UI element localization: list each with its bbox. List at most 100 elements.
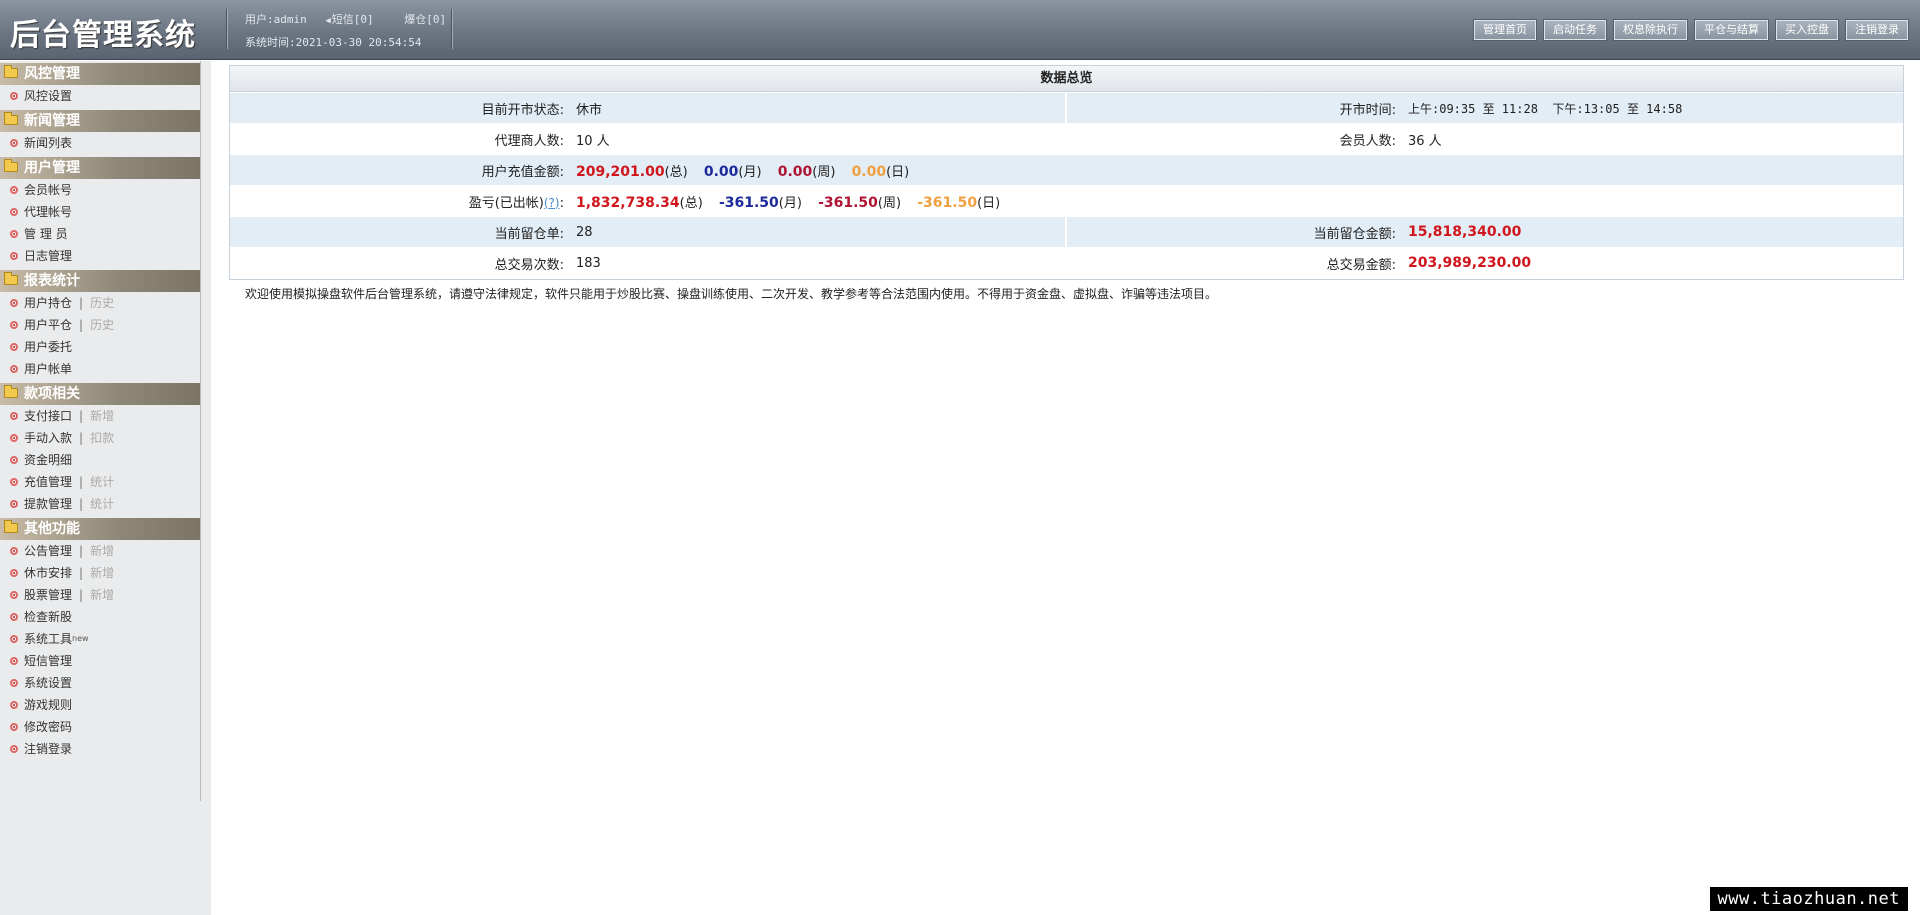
sidebar-group-title: 款项相关 <box>24 386 80 402</box>
sidebar-item-link[interactable]: 短信管理 <box>24 650 72 672</box>
sidebar-item: 注销登录 <box>0 738 200 760</box>
sidebar-item-link[interactable]: 游戏规则 <box>24 694 72 716</box>
bullet-icon <box>10 412 18 420</box>
overview-table: 目前开市状态: 休市 开市时间: 上午:09:35 至 11:28 下午:13:… <box>230 92 1903 279</box>
sidebar-item: 支付接口 | 新增 <box>0 405 200 427</box>
sidebar-item: 系统工具 new <box>0 628 200 650</box>
bullet-icon <box>10 613 18 621</box>
sidebar-item: 游戏规则 <box>0 694 200 716</box>
sidebar-item-link[interactable]: 修改密码 <box>24 716 72 738</box>
sidebar-sub-link[interactable]: 历史 <box>90 314 114 336</box>
folder-icon <box>4 159 18 172</box>
sidebar-item: 股票管理 | 新增 <box>0 584 200 606</box>
sidebar-group-header[interactable]: 报表统计 <box>0 270 200 292</box>
sidebar-item-link[interactable]: 会员帐号 <box>24 179 72 201</box>
unit-day: (日) <box>886 164 910 180</box>
sidebar-item-link[interactable]: 公告管理 <box>24 540 72 562</box>
sms-count: 短信[0] <box>331 13 374 26</box>
sidebar-item: 休市安排 | 新增 <box>0 562 200 584</box>
table-row: 总交易次数: 183 总交易金额: 203,989,230.00 <box>230 247 1903 279</box>
sidebar-group-title: 新闻管理 <box>24 113 80 129</box>
open-time-value: 上午:09:35 至 11:28 下午:13:05 至 14:58 <box>1402 92 1903 124</box>
sidebar-item-link[interactable]: 用户持仓 <box>24 292 72 314</box>
sidebar-item-link[interactable]: 新闻列表 <box>24 132 72 154</box>
agents-value: 10 人 <box>570 123 1066 155</box>
sidebar-sub-link[interactable]: 新增 <box>90 562 114 584</box>
logout-button[interactable]: 注销登录 <box>1846 20 1908 40</box>
bullet-icon <box>10 252 18 260</box>
admin-home-button[interactable]: 管理首页 <box>1474 20 1536 40</box>
sidebar-group-header[interactable]: 风控管理 <box>0 63 200 85</box>
sidebar-group-header[interactable]: 其他功能 <box>0 518 200 540</box>
bullet-icon <box>10 92 18 100</box>
header-info: 用户:admin ◀短信[0] 爆仓[0] 系统时间:2021-03-30 20… <box>245 9 458 54</box>
sidebar-item: 手动入款 | 扣款 <box>0 427 200 449</box>
market-status-label: 目前开市状态: <box>230 92 570 124</box>
sidebar-item-link[interactable]: 股票管理 <box>24 584 72 606</box>
recharge-week: 0.00 <box>777 163 813 180</box>
sidebar-item: 检查新股 <box>0 606 200 628</box>
bullet-icon <box>10 635 18 643</box>
sidebar-group-header[interactable]: 款项相关 <box>0 383 200 405</box>
system-time: 系统时间:2021-03-30 20:54:54 <box>245 36 422 49</box>
pnl-help-link[interactable]: (?) <box>544 196 560 210</box>
market-status-value: 休市 <box>570 92 1066 124</box>
sidebar-item-link[interactable]: 检查新股 <box>24 606 72 628</box>
recharge-month: 0.00 <box>703 163 739 180</box>
sidebar-item-link[interactable]: 系统设置 <box>24 672 72 694</box>
bullet-icon <box>10 456 18 464</box>
sidebar-group-title: 风控管理 <box>24 66 80 82</box>
sidebar-item: 代理帐号 <box>0 201 200 223</box>
members-label: 会员人数: <box>1065 123 1402 155</box>
bullet-icon <box>10 547 18 555</box>
sidebar-sub-link[interactable]: 统计 <box>90 471 114 493</box>
sidebar-item-link[interactable]: 代理帐号 <box>24 201 72 223</box>
sidebar-item-link[interactable]: 用户委托 <box>24 336 72 358</box>
sidebar-item-link[interactable]: 提款管理 <box>24 493 72 515</box>
sms-link[interactable]: ◀短信[0] <box>325 13 385 26</box>
sidebar-group-header[interactable]: 新闻管理 <box>0 110 200 132</box>
ex-rights-button[interactable]: 权息除执行 <box>1614 20 1687 40</box>
sidebar-item-link[interactable]: 休市安排 <box>24 562 72 584</box>
blowup-link[interactable]: 爆仓[0] <box>404 13 446 26</box>
bullet-icon <box>10 478 18 486</box>
sidebar-sub-link[interactable]: 新增 <box>90 584 114 606</box>
open-amount-number: 15,818,340.00 <box>1408 224 1522 240</box>
start-task-button[interactable]: 启动任务 <box>1544 20 1606 40</box>
folder-icon <box>4 112 18 125</box>
sidebar-group-header[interactable]: 用户管理 <box>0 157 200 179</box>
sidebar-sub-link[interactable]: 统计 <box>90 493 114 515</box>
bullet-icon <box>10 365 18 373</box>
bullet-icon <box>10 701 18 709</box>
bullet-icon <box>10 569 18 577</box>
separator: | <box>79 296 84 310</box>
separator: | <box>79 475 84 489</box>
trades-label: 总交易次数: <box>230 247 570 279</box>
sidebar-item-link[interactable]: 风控设置 <box>24 85 72 107</box>
buy-control-button[interactable]: 买入控盘 <box>1776 20 1838 40</box>
folder-icon <box>4 272 18 285</box>
sidebar-sub-link[interactable]: 扣款 <box>90 427 114 449</box>
sidebar-item-link[interactable]: 充值管理 <box>24 471 72 493</box>
sidebar-item-link[interactable]: 用户平仓 <box>24 314 72 336</box>
sidebar-item-link[interactable]: 支付接口 <box>24 405 72 427</box>
sidebar-sub-link[interactable]: 新增 <box>90 540 114 562</box>
sidebar-item-link[interactable]: 管 理 员 <box>24 223 68 245</box>
sidebar-item-link[interactable]: 资金明细 <box>24 449 72 471</box>
bullet-icon <box>10 343 18 351</box>
sidebar-item-link[interactable]: 系统工具 <box>24 628 72 650</box>
folder-icon <box>4 65 18 78</box>
sidebar-item: 用户持仓 | 历史 <box>0 292 200 314</box>
sidebar-item-link[interactable]: 日志管理 <box>24 245 72 267</box>
trade-amount-number: 203,989,230.00 <box>1408 255 1532 272</box>
sidebar-item-link[interactable]: 用户帐单 <box>24 358 72 380</box>
pnl-label-cell: 盈亏(已出帐)(?): <box>230 185 570 217</box>
sidebar-sub-link[interactable]: 新增 <box>90 405 114 427</box>
sidebar-item: 用户帐单 <box>0 358 200 380</box>
sidebar-item: 新闻列表 <box>0 132 200 154</box>
sidebar-item-link[interactable]: 手动入款 <box>24 427 72 449</box>
sidebar-item-link[interactable]: 注销登录 <box>24 738 72 760</box>
close-settle-button[interactable]: 平仓与结算 <box>1695 20 1768 40</box>
sidebar-group-title: 报表统计 <box>24 273 80 289</box>
sidebar-sub-link[interactable]: 历史 <box>90 292 114 314</box>
